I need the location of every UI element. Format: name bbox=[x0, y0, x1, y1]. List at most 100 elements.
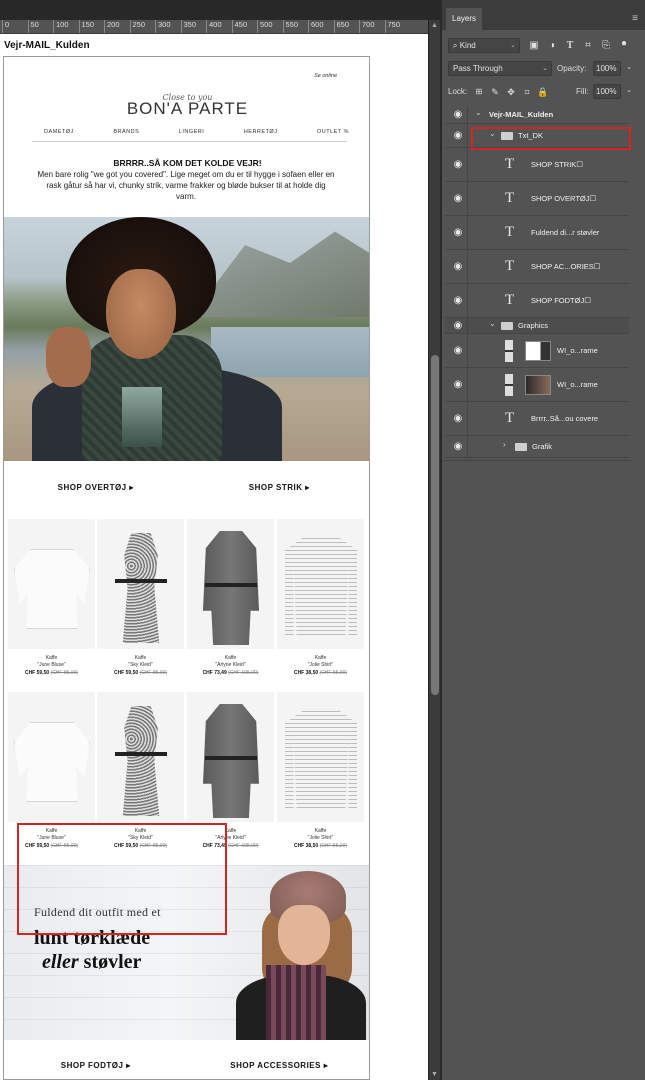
garment-dress bbox=[122, 706, 160, 816]
lock-transparent-icon[interactable]: ⊞ bbox=[473, 86, 485, 98]
layer-row[interactable]: ◉ T SHOP AC...ORIES☐ bbox=[445, 250, 629, 284]
layer-name[interactable]: Vejr-MAIL_Kulden bbox=[489, 110, 553, 119]
ruler-tick: 400 bbox=[206, 20, 222, 33]
lock-move-icon[interactable]: ✥ bbox=[505, 86, 517, 98]
adjustment-filter-icon[interactable]: ◑ bbox=[546, 40, 558, 52]
nav-divider bbox=[32, 141, 347, 142]
vertical-scrollbar[interactable]: ▲ ▼ bbox=[428, 20, 440, 1080]
belt bbox=[205, 583, 257, 587]
product-name: "Sky Kleid" bbox=[128, 662, 153, 668]
product-card[interactable]: Kaffe "Sky Kleid" CHF 59,50 (CHF 85,00) bbox=[97, 519, 184, 676]
filter-kind-select[interactable]: ⌕ Kind ⌄ bbox=[448, 38, 520, 53]
chevron-down-icon[interactable]: ⌄ bbox=[623, 85, 635, 97]
layer-thumbnail bbox=[525, 341, 551, 361]
chevron-down-icon: ⌄ bbox=[542, 65, 548, 72]
layer-name[interactable]: SHOP FODTØJ☐ bbox=[531, 296, 591, 305]
visibility-eye-icon[interactable]: ◉ bbox=[451, 193, 465, 204]
fill-input[interactable]: 100% bbox=[593, 84, 621, 99]
eye-separator bbox=[467, 284, 468, 317]
filter-kind-value: Kind bbox=[459, 41, 476, 50]
ruler-tick: 650 bbox=[333, 20, 349, 33]
layer-name[interactable]: WI_o...rame bbox=[557, 380, 598, 389]
product-price: CHF 59,50 (CHF 85,00) bbox=[97, 670, 184, 676]
product-name: "Jolie Shirt" bbox=[307, 662, 334, 668]
visibility-eye-icon[interactable]: ◉ bbox=[451, 109, 465, 120]
scroll-down-icon[interactable]: ▼ bbox=[429, 1071, 440, 1078]
blend-row: Pass Through ⌄ Opacity: 100% ⌄ bbox=[446, 61, 636, 77]
layer-row[interactable]: ◉ T SHOP OVERTØJ☐ bbox=[445, 182, 629, 216]
layer-row[interactable]: ◉ WI_o...rame bbox=[445, 334, 629, 368]
smart-object-filter-icon[interactable]: ⎘ bbox=[600, 40, 612, 52]
opacity-label: Opacity: bbox=[557, 64, 587, 73]
layer-name[interactable]: SHOP OVERTØJ☐ bbox=[531, 194, 596, 203]
scroll-up-icon[interactable]: ▲ bbox=[429, 22, 440, 29]
price-current: CHF 59,50 bbox=[113, 670, 139, 676]
layer-row[interactable]: ◉ T SHOP STRIK☐ bbox=[445, 148, 629, 182]
horizontal-ruler[interactable]: 0 50 100 150 200 250 300 350 400 450 500 550 600 650 7… bbox=[0, 20, 430, 34]
shape-filter-icon[interactable]: ⌗ bbox=[582, 40, 594, 52]
pixel-filter-icon[interactable]: ▣ bbox=[528, 40, 540, 52]
opacity-input[interactable]: 100% bbox=[593, 61, 621, 76]
product-image bbox=[187, 519, 274, 649]
chevron-down-icon[interactable]: ⌄ bbox=[475, 108, 482, 117]
product-card[interactable]: Kaffe "June Bluse" CHF 59,50 (CHF 85,00) bbox=[8, 519, 95, 676]
garment-blouse bbox=[14, 549, 90, 629]
visibility-eye-icon[interactable]: ◉ bbox=[451, 295, 465, 306]
lock-paint-icon[interactable]: ✎ bbox=[489, 86, 501, 98]
ruler-tick: 450 bbox=[231, 20, 247, 33]
visibility-eye-icon[interactable]: ◉ bbox=[451, 413, 465, 424]
lock-all-icon[interactable]: 🔒 bbox=[537, 86, 549, 98]
price-old: (CHF 105,00) bbox=[228, 843, 259, 849]
layer-row[interactable]: ◉ T SHOP FODTØJ☐ bbox=[445, 284, 629, 318]
filter-toggle-icon[interactable]: ● bbox=[618, 38, 630, 50]
product-card[interactable]: Kaffe "Sky Kleid" CHF 59,50 (CHF 85,00) bbox=[97, 692, 184, 849]
layer-row[interactable]: ◉ T Brrrr..Så...ou covere bbox=[445, 402, 629, 436]
layer-name[interactable]: Brrrr..Så...ou covere bbox=[531, 414, 598, 423]
layer-row[interactable]: ◉ ⌄ Graphics bbox=[445, 318, 629, 334]
product-card[interactable]: Kaffe "Arlyne Kleid" CHF 73,49 (CHF 105,00… bbox=[187, 519, 274, 676]
visibility-eye-icon[interactable]: ◉ bbox=[451, 227, 465, 238]
product-card[interactable]: Kaffe "Jolie Shirt" CHF 38,50 (CHF 55,00) bbox=[277, 519, 364, 676]
tab-layers[interactable]: Layers bbox=[446, 8, 483, 30]
garment-dress bbox=[122, 533, 160, 643]
brand-logo: BON'A PARTE bbox=[126, 99, 249, 118]
scroll-thumb[interactable] bbox=[431, 355, 439, 695]
layer-row[interactable]: ◉ › Grafik bbox=[445, 436, 629, 458]
eye-separator bbox=[467, 106, 468, 123]
price-old: (CHF 105,00) bbox=[228, 670, 259, 676]
layer-name[interactable]: WI_o...rame bbox=[557, 346, 598, 355]
layer-name[interactable]: SHOP STRIK☐ bbox=[531, 160, 583, 169]
product-card[interactable]: Kaffe "Jolie Shirt" CHF 38,50 (CHF 55,00) bbox=[277, 692, 364, 849]
layer-name[interactable]: Fuldend di...r støvler bbox=[531, 228, 599, 237]
panel-menu-icon[interactable]: ≡ bbox=[632, 13, 638, 24]
visibility-eye-icon[interactable]: ◉ bbox=[451, 379, 465, 390]
layer-name[interactable]: SHOP AC...ORIES☐ bbox=[531, 262, 601, 271]
layer-name[interactable]: Graphics bbox=[518, 321, 548, 330]
product-card[interactable]: Kaffe "June Bluse" CHF 59,50 (CHF 85,00) bbox=[8, 692, 95, 849]
artboard-title[interactable]: Vejr-MAIL_Kulden bbox=[4, 40, 90, 51]
visibility-eye-icon[interactable]: ◉ bbox=[451, 441, 465, 452]
visibility-eye-icon[interactable]: ◉ bbox=[451, 130, 465, 141]
type-filter-icon[interactable]: T bbox=[564, 40, 576, 52]
layer-row[interactable]: ◉ ⌄ Vejr-MAIL_Kulden bbox=[445, 106, 629, 124]
eye-separator bbox=[467, 124, 468, 147]
layer-name[interactable]: Grafik bbox=[532, 442, 552, 451]
lock-artboard-icon[interactable]: ⌗ bbox=[521, 86, 533, 98]
layer-row[interactable]: ◉ WI_o...rame bbox=[445, 368, 629, 402]
belt bbox=[205, 756, 257, 760]
chevron-down-icon[interactable]: ⌄ bbox=[623, 62, 635, 74]
blend-mode-select[interactable]: Pass Through ⌄ bbox=[448, 61, 552, 76]
layer-row[interactable]: ◉ T Fuldend di...r støvler bbox=[445, 216, 629, 250]
ruler-tick: 100 bbox=[53, 20, 69, 33]
promo-line-3-rest: støvler bbox=[78, 951, 142, 973]
visibility-eye-icon[interactable]: ◉ bbox=[451, 320, 465, 331]
panel-collapse-strip[interactable] bbox=[442, 0, 645, 8]
visibility-eye-icon[interactable]: ◉ bbox=[451, 261, 465, 272]
visibility-eye-icon[interactable]: ◉ bbox=[451, 345, 465, 356]
visibility-eye-icon[interactable]: ◉ bbox=[451, 159, 465, 170]
chevron-down-icon[interactable]: ⌄ bbox=[489, 319, 496, 328]
product-image bbox=[8, 692, 95, 822]
chevron-right-icon[interactable]: › bbox=[503, 440, 506, 449]
text-layer-icon: T bbox=[505, 258, 515, 274]
product-card[interactable]: Kaffe "Arlyne Kleid" CHF 73,49 (CHF 105,00… bbox=[187, 692, 274, 849]
